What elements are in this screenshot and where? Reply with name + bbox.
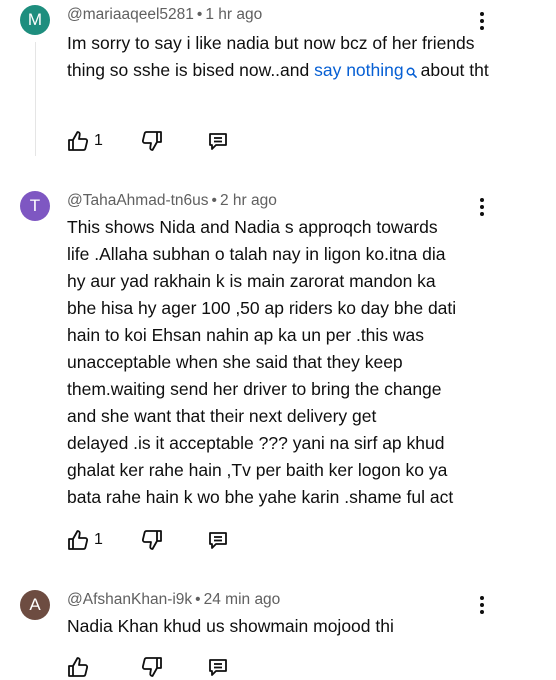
comment-meta: @AfshanKhan-i9k • 24 min ago (67, 591, 280, 609)
comment-line: bhe hisa hy ager 100 ,50 ap riders ko da… (67, 298, 457, 318)
comment-line: Nadia Khan khud us showmain mojood thi (67, 616, 394, 636)
comment-text-part: about tht (420, 60, 489, 80)
avatar[interactable]: M (20, 5, 50, 35)
reply-comment-icon (206, 528, 230, 552)
comment-meta: @mariaaqeel5281 • 1 hr ago (67, 6, 262, 24)
reply-button[interactable] (206, 527, 230, 553)
thumbs-down-icon (140, 129, 164, 153)
comment-line: hain to koi Ehsan nahin ap ka un per .th… (67, 325, 425, 345)
timestamp[interactable]: 2 hr ago (220, 192, 277, 209)
separator: • (196, 6, 203, 23)
thumbs-up-icon (66, 129, 90, 153)
thumbs-up-icon (66, 655, 90, 679)
search-icon[interactable] (406, 59, 417, 86)
thumbs-down-icon (140, 528, 164, 552)
comment-line: and she want that their next delivery ge… (67, 406, 377, 426)
comment-actions: 1 (66, 527, 246, 553)
reply-button[interactable] (206, 654, 230, 680)
dislike-button[interactable] (140, 654, 164, 680)
thumbs-down-icon (140, 655, 164, 679)
avatar[interactable]: A (20, 590, 50, 620)
comment-meta: @TahaAhmad-tn6us • 2 hr ago (67, 192, 277, 210)
comment-line: them.waiting send her driver to bring th… (67, 379, 442, 399)
comment-line: This shows Nida and Nadia s approqch tow… (67, 217, 438, 237)
comment-text: Nadia Khan khud us showmain mojood thi (67, 613, 497, 640)
like-button[interactable]: 1 (66, 128, 103, 154)
comment-actions: 1 (66, 128, 246, 154)
comment-actions (66, 654, 246, 680)
search-link[interactable]: say nothing (314, 60, 404, 80)
timestamp[interactable]: 1 hr ago (205, 6, 262, 23)
dislike-button[interactable] (140, 527, 164, 553)
like-button[interactable]: 1 (66, 527, 103, 553)
comment-line: unacceptable when she said that they kee… (67, 352, 403, 372)
dislike-button[interactable] (140, 128, 164, 154)
like-count: 1 (94, 531, 103, 548)
like-button[interactable] (66, 654, 90, 680)
thumbs-up-icon (66, 528, 90, 552)
username[interactable]: @AfshanKhan-i9k (67, 591, 192, 608)
username[interactable]: @TahaAhmad-tn6us (67, 192, 209, 209)
comment-line: hy aur yad rakhain k is main zarorat man… (67, 271, 436, 291)
comment-line: bata rahe hain k wo bhe yahe karin .sham… (67, 487, 454, 507)
separator: • (195, 591, 201, 608)
avatar[interactable]: T (20, 191, 50, 221)
reply-comment-icon (206, 655, 230, 679)
thread-line (35, 42, 36, 156)
more-vert-icon[interactable] (476, 10, 488, 32)
like-count: 1 (94, 132, 103, 149)
comment-line: life .Allaha subhan o talah nay in ligon… (67, 244, 446, 264)
comment-line: ghalat ker rahe hain ,Tv per baith ker l… (67, 460, 448, 480)
reply-button[interactable] (206, 128, 230, 154)
reply-comment-icon (206, 129, 230, 153)
comment-text: Im sorry to say i like nadia but now bcz… (67, 30, 497, 86)
comment-line: delayed .is it acceptable ??? yani na si… (67, 433, 445, 453)
username[interactable]: @mariaaqeel5281 (67, 6, 194, 23)
comment-text: This shows Nida and Nadia s approqch tow… (67, 214, 497, 511)
timestamp[interactable]: 24 min ago (204, 591, 281, 608)
separator: • (211, 192, 217, 209)
